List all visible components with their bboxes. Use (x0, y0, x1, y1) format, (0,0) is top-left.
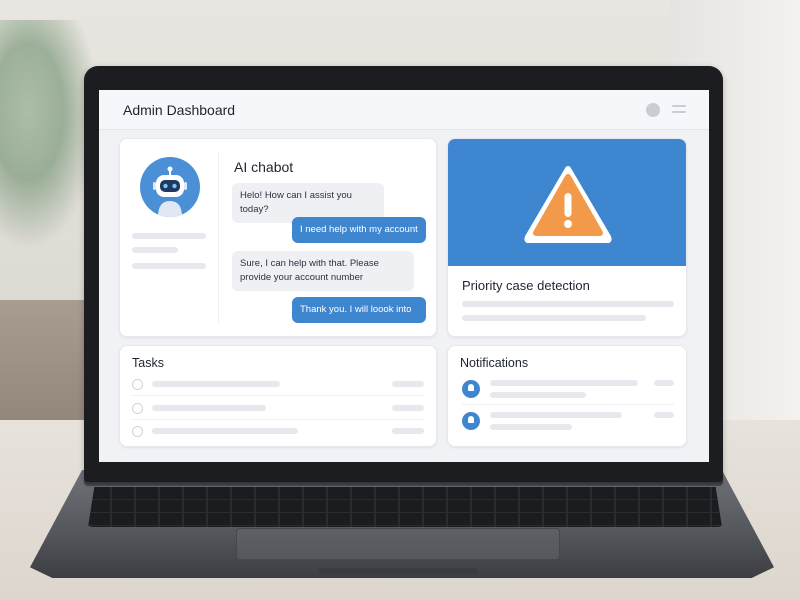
page-title: Admin Dashboard (123, 102, 236, 118)
row-divider (462, 404, 674, 405)
bell-icon (462, 412, 480, 430)
laptop-keyboard (88, 487, 722, 527)
task-text-placeholder (152, 405, 266, 411)
task-meta-placeholder (392, 381, 424, 387)
notification-text-placeholder (490, 424, 572, 430)
laptop-front-lip (318, 568, 478, 574)
top-bar: Admin Dashboard (99, 90, 709, 130)
priority-banner (448, 139, 686, 266)
bell-icon (462, 380, 480, 398)
task-text-placeholder (152, 381, 280, 387)
warning-icon (524, 166, 612, 243)
priority-case-card[interactable]: Priority case detection (447, 138, 687, 337)
task-text-placeholder (152, 428, 298, 434)
priority-title: Priority case detection (462, 278, 590, 293)
notification-text-placeholder (490, 380, 638, 386)
chat-title: AI chabot (234, 159, 294, 175)
notification-text-placeholder (490, 412, 622, 418)
placeholder-line (132, 247, 178, 253)
task-checkbox[interactable] (132, 403, 143, 414)
placeholder-line (462, 315, 646, 321)
notifications-card: Notifications (447, 345, 687, 447)
notification-time-placeholder (654, 380, 674, 386)
menu-icon[interactable] (672, 105, 686, 115)
laptop-screen: Admin Dashboard AI chabot Helo! How can … (99, 90, 709, 462)
laptop-trackpad (236, 528, 560, 560)
row-divider (132, 419, 424, 420)
task-meta-placeholder (392, 405, 424, 411)
notification-text-placeholder (490, 392, 586, 398)
placeholder-line (462, 301, 674, 307)
robot-icon (140, 157, 200, 217)
row-divider (132, 395, 424, 396)
task-meta-placeholder (392, 428, 424, 434)
task-checkbox[interactable] (132, 379, 143, 390)
placeholder-line (132, 233, 206, 239)
laptop-lid: Admin Dashboard AI chabot Helo! How can … (84, 66, 723, 482)
chatbot-card: AI chabot Helo! How can I assist you tod… (119, 138, 437, 337)
user-avatar[interactable] (646, 103, 660, 117)
chat-message-user: I need help with my account (292, 217, 426, 243)
placeholder-line (132, 263, 206, 269)
tasks-card: Tasks (119, 345, 437, 447)
chat-divider (218, 153, 219, 323)
tasks-title: Tasks (132, 356, 164, 370)
task-checkbox[interactable] (132, 426, 143, 437)
chat-message-user: Thank you. I will loook into (292, 297, 426, 323)
notification-time-placeholder (654, 412, 674, 418)
chat-message-bot: Sure, I can help with that. Please provi… (232, 251, 414, 291)
notifications-title: Notifications (460, 356, 529, 370)
